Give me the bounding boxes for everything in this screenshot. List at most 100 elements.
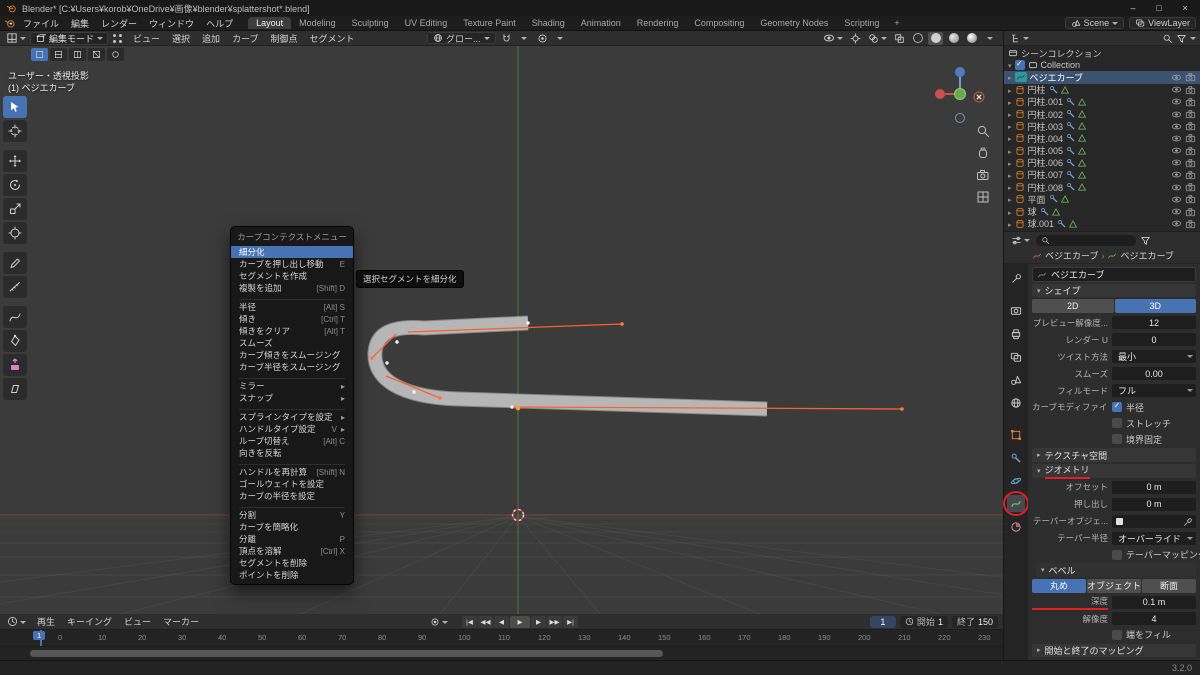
tab-scene[interactable]	[1007, 371, 1025, 388]
fill-caps-checkbox[interactable]	[1112, 629, 1122, 640]
modifier-wrench-icon[interactable]	[1040, 207, 1050, 217]
current-frame-field[interactable]: 1	[869, 615, 896, 628]
scene-dropdown-icon[interactable]	[1112, 22, 1119, 28]
expander-icon[interactable]	[1008, 219, 1012, 229]
modifier-wrench-icon[interactable]	[1066, 182, 1076, 192]
disable-render-camera-icon[interactable]	[1185, 182, 1196, 192]
tab-object-data[interactable]	[1003, 491, 1029, 516]
mesh-data-icon[interactable]	[1077, 121, 1087, 131]
properties-search-input[interactable]	[1036, 234, 1136, 246]
main-menu-item[interactable]: ウィンドウ	[143, 16, 200, 31]
property-field[interactable]: オーバーライド	[1112, 531, 1196, 545]
blender-menu-logo-icon[interactable]	[4, 18, 16, 29]
timeline-menu-item[interactable]: 再生	[31, 614, 61, 629]
modifier-wrench-icon[interactable]	[1066, 109, 1076, 119]
mesh-data-icon[interactable]	[1060, 85, 1070, 95]
hide-viewport-eye-icon[interactable]	[1171, 195, 1182, 204]
axis-y-handle[interactable]	[954, 88, 966, 100]
timeline-scrollbar[interactable]	[0, 646, 1003, 659]
pan-hand-icon[interactable]	[976, 146, 990, 160]
hide-viewport-eye-icon[interactable]	[1171, 134, 1182, 143]
disable-render-camera-icon[interactable]	[1185, 219, 1196, 229]
expander-icon[interactable]	[1008, 121, 1012, 131]
tab-output[interactable]	[1007, 325, 1025, 342]
play-button[interactable]: ▶	[510, 615, 530, 628]
prev-keyframe-button[interactable]: ◀◀	[478, 615, 493, 628]
mesh-data-icon[interactable]	[1077, 146, 1087, 156]
property-field[interactable]: 0 m	[1112, 497, 1196, 511]
property-field[interactable]: 0.00	[1112, 367, 1196, 381]
tab-tool[interactable]	[1007, 270, 1025, 287]
context-menu-item[interactable]: 頂点を溶解 [Ctrl] X ▸	[231, 545, 353, 557]
editor-type-button[interactable]	[4, 32, 28, 45]
expander-icon[interactable]	[1008, 72, 1012, 82]
tab-modifiers[interactable]	[1007, 449, 1025, 466]
outliner-search-icon[interactable]	[1162, 33, 1173, 44]
context-menu-item[interactable]: スプラインタイプを設定 ▸	[231, 411, 353, 423]
context-menu-item[interactable]: カーブを簡略化 ▸	[231, 521, 353, 533]
select-mode-icon[interactable]	[110, 32, 125, 45]
bevel-mode-button[interactable]: 丸め	[1032, 578, 1086, 593]
move-tool[interactable]	[3, 150, 27, 172]
expander-icon[interactable]	[1008, 194, 1012, 204]
workspace-tab[interactable]: Texture Paint	[455, 17, 524, 29]
perspective-toggle-icon[interactable]	[976, 190, 990, 204]
expander-icon[interactable]	[1008, 97, 1012, 107]
context-menu-item[interactable]: 分割 Y ▸	[231, 509, 353, 521]
section-geometry[interactable]: ジオメトリ	[1032, 463, 1196, 479]
hide-viewport-eye-icon[interactable]	[1171, 146, 1182, 155]
timeline-editor-icon[interactable]	[5, 615, 28, 628]
hide-viewport-eye-icon[interactable]	[1171, 207, 1182, 216]
disable-render-camera-icon[interactable]	[1185, 158, 1196, 168]
viewport-menu-item[interactable]: 選択	[166, 31, 196, 46]
context-menu-item[interactable]: ハンドルタイプ設定 V ▸	[231, 423, 353, 435]
breadcrumb-leaf[interactable]: ベジエカーブ	[1120, 249, 1173, 262]
viewlayer-selector[interactable]: ViewLayer	[1129, 17, 1196, 29]
camera-view-icon[interactable]	[976, 168, 990, 182]
context-menu-item[interactable]: カーブ半径をスムージング ▸	[231, 361, 353, 373]
property-field[interactable]: フル	[1112, 384, 1196, 398]
breadcrumb-root[interactable]: ベジエカーブ	[1045, 249, 1098, 262]
viewport-toggle-icon[interactable]	[31, 48, 48, 61]
workspace-tab[interactable]: Sculpting	[344, 17, 397, 29]
play-reverse-button[interactable]: ◀	[494, 615, 509, 628]
context-menu-item[interactable]: 分離 P ▸	[231, 533, 353, 545]
annotate-tool[interactable]	[3, 252, 27, 274]
modifier-wrench-icon[interactable]	[1049, 85, 1059, 95]
proportional-editing-icon[interactable]	[535, 32, 550, 45]
outliner-row[interactable]: 球.001	[1004, 218, 1200, 230]
tab-render[interactable]	[1007, 302, 1025, 319]
timeline-scroll-thumb[interactable]	[30, 650, 663, 657]
property-field[interactable]: 0	[1112, 333, 1196, 347]
axis-z-handle[interactable]	[955, 67, 965, 77]
viewport-toggle-icon[interactable]	[50, 48, 67, 61]
expander-icon[interactable]	[1008, 207, 1012, 217]
bevel-mode-button[interactable]: オブジェクト	[1087, 578, 1141, 593]
section-bevel[interactable]: ベベル	[1036, 563, 1196, 577]
pen-tool[interactable]	[3, 330, 27, 352]
viewport-menu-item[interactable]: 制御点	[265, 31, 304, 46]
shading-dropdown[interactable]	[982, 32, 997, 45]
outliner-row[interactable]: 円柱.003	[1004, 120, 1200, 132]
timeline-menu-item[interactable]: マーカー	[157, 614, 205, 629]
outliner-row[interactable]: 円柱	[1004, 84, 1200, 96]
transform-orientation-dropdown[interactable]: グロー...	[427, 32, 496, 44]
mesh-data-icon[interactable]	[1077, 133, 1087, 143]
context-menu-item[interactable]: ▸	[239, 374, 345, 379]
property-field[interactable]: 0 m	[1112, 480, 1196, 494]
context-menu-item[interactable]: セグメントを作成 ▸	[231, 270, 353, 282]
workspace-tab[interactable]: UV Editing	[397, 17, 456, 29]
zoom-icon[interactable]	[976, 124, 990, 138]
hide-viewport-eye-icon[interactable]	[1171, 219, 1182, 228]
shading-wireframe-icon[interactable]	[910, 32, 925, 45]
select-box-tool[interactable]	[3, 96, 27, 118]
context-menu-item[interactable]: 細分化 ▸	[231, 246, 353, 258]
workspace-tab[interactable]: Layout	[248, 17, 292, 29]
overlays-icon[interactable]	[866, 32, 889, 45]
minimize-button[interactable]: –	[1124, 3, 1142, 13]
context-menu-item[interactable]: カーブの半径を設定 ▸	[231, 490, 353, 502]
modifier-wrench-icon[interactable]	[1049, 194, 1059, 204]
expander-icon[interactable]	[1008, 85, 1012, 95]
context-menu-item[interactable]: ミラー ▸	[231, 380, 353, 392]
disable-render-camera-icon[interactable]	[1185, 72, 1196, 82]
